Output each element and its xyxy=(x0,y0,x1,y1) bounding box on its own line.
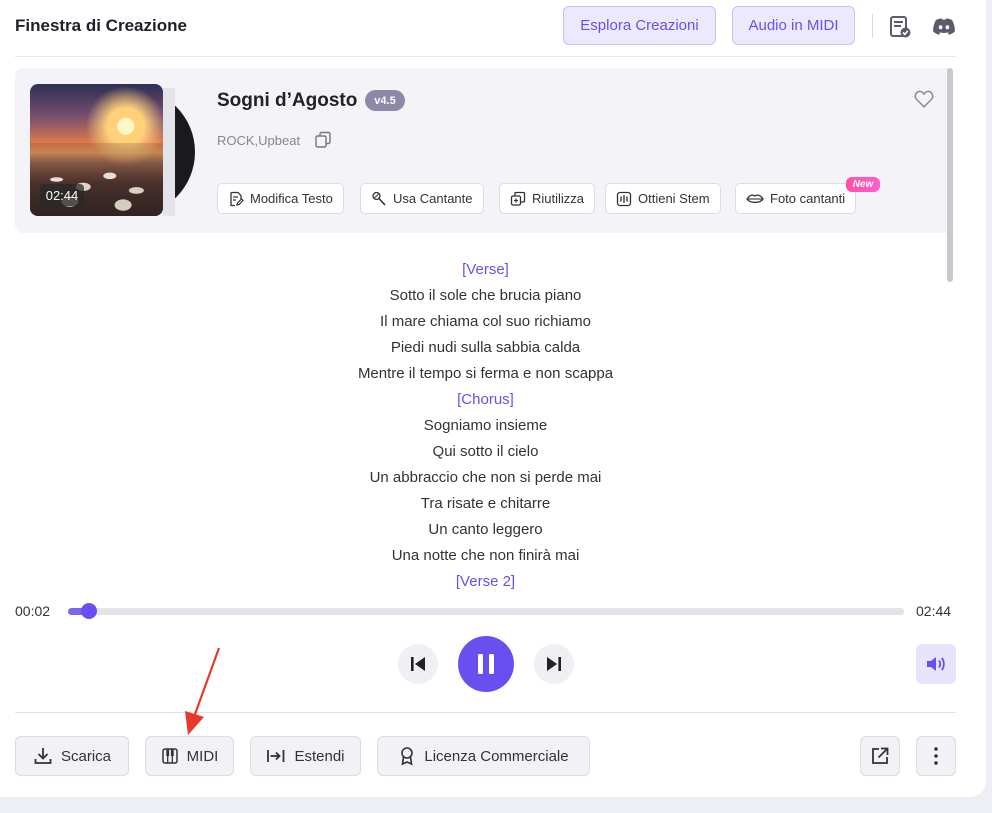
lyric-section-label: [Verse 2] xyxy=(455,573,516,590)
skip-previous-icon xyxy=(411,657,425,671)
edit-lyrics-label: Modifica Testo xyxy=(250,191,333,206)
lyric-section-label: [Chorus] xyxy=(457,391,514,408)
lyrics-scrollbar[interactable] xyxy=(947,68,953,282)
microphone-icon xyxy=(372,191,386,206)
copy-icon[interactable] xyxy=(314,131,332,149)
pause-button[interactable] xyxy=(458,636,514,692)
explore-creations-button[interactable]: Esplora Creazioni xyxy=(563,6,716,45)
version-badge: v4.5 xyxy=(365,90,405,111)
current-time: 00:02 xyxy=(15,603,51,619)
song-title: Sogni d’Agosto xyxy=(217,90,358,111)
song-card: 02:44 Sogni d’Agosto v4.5 ROCK,Upbeat Mo… xyxy=(15,68,953,233)
lyric-line: Sotto il sole che brucia piano xyxy=(389,287,582,304)
edit-doc-icon xyxy=(230,191,244,206)
lyric-line: Il mare chiama col suo richiamo xyxy=(380,313,591,330)
list-check-icon[interactable] xyxy=(887,14,913,40)
download-label: Scarica xyxy=(60,747,112,765)
edit-lyrics-button[interactable]: Modifica Testo xyxy=(217,183,344,214)
progress-thumb[interactable] xyxy=(81,603,97,619)
singer-photos-button[interactable]: Foto cantanti xyxy=(735,183,857,214)
skip-next-icon xyxy=(547,657,561,671)
reuse-icon xyxy=(510,191,526,206)
extend-icon xyxy=(267,750,285,762)
award-icon xyxy=(401,747,414,766)
lyric-line: Un canto leggero xyxy=(428,521,543,538)
volume-button[interactable] xyxy=(916,644,956,684)
use-singer-label: Usa Cantante xyxy=(393,191,473,206)
volume-icon xyxy=(927,657,945,671)
disc-sleeve xyxy=(163,88,175,216)
annotation-arrow-icon xyxy=(185,647,221,735)
midi-label: MIDI xyxy=(186,747,219,765)
previous-button[interactable] xyxy=(398,644,438,684)
discord-icon[interactable] xyxy=(931,14,957,40)
get-stem-label: Ottieni Stem xyxy=(638,191,710,206)
singer-photos-label: Foto cantanti xyxy=(770,191,846,206)
page-title: Finestra di Creazione xyxy=(15,16,187,35)
commercial-license-button[interactable]: Licenza Commerciale xyxy=(377,736,590,776)
lyric-section-label: [Verse] xyxy=(462,261,509,278)
commercial-license-label: Licenza Commerciale xyxy=(424,747,569,765)
lips-icon xyxy=(746,193,764,203)
reuse-button[interactable]: Riutilizza xyxy=(499,183,596,214)
bottom-divider xyxy=(15,712,956,713)
extend-button[interactable]: Estendi xyxy=(250,736,361,776)
external-link-icon xyxy=(872,747,889,764)
more-vertical-icon xyxy=(934,747,938,765)
header: Finestra di Creazione Esplora Creazioni … xyxy=(15,0,956,57)
duration-badge: 02:44 xyxy=(40,184,84,206)
creation-window: Finestra di Creazione Esplora Creazioni … xyxy=(0,0,986,797)
total-time: 02:44 xyxy=(916,603,952,619)
use-singer-button[interactable]: Usa Cantante xyxy=(360,183,484,214)
lyric-line: Qui sotto il cielo xyxy=(432,443,539,460)
audio-to-midi-button[interactable]: Audio in MIDI xyxy=(732,6,855,45)
download-icon xyxy=(34,748,52,764)
progress-track[interactable] xyxy=(68,608,904,615)
pause-icon xyxy=(478,654,494,674)
get-stem-button[interactable]: Ottieni Stem xyxy=(605,183,721,214)
waveform-icon xyxy=(616,191,632,206)
lyric-line: Mentre il tempo si ferma e non scappa xyxy=(357,365,614,382)
more-options-button[interactable] xyxy=(916,736,956,776)
lyric-line: Un abbraccio che non si perde mai xyxy=(369,469,602,486)
download-button[interactable]: Scarica xyxy=(15,736,129,776)
song-tags: ROCK,Upbeat xyxy=(217,133,301,148)
extend-label: Estendi xyxy=(294,747,345,765)
lyrics-panel: [Verse] Sotto il sole che brucia piano Il … xyxy=(15,257,956,595)
new-badge: New xyxy=(846,177,880,192)
lyric-line: Tra risate e chitarre xyxy=(420,495,551,512)
lyric-line: Sogniamo insieme xyxy=(423,417,548,434)
heart-icon[interactable] xyxy=(913,88,935,110)
lyric-line: Piedi nudi sulla sabbia calda xyxy=(390,339,581,356)
piano-icon xyxy=(161,748,178,764)
next-button[interactable] xyxy=(534,644,574,684)
lyric-line: Una notte che non finirà mai xyxy=(391,547,580,564)
header-divider xyxy=(872,14,873,38)
midi-button[interactable]: MIDI xyxy=(145,736,234,776)
reuse-label: Riutilizza xyxy=(532,191,585,206)
share-button[interactable] xyxy=(860,736,900,776)
